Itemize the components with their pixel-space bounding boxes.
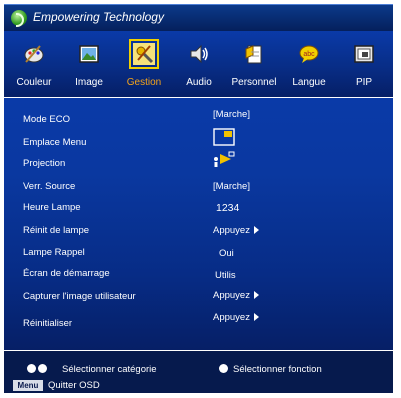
tab-label: Personnel (231, 77, 277, 88)
select-category-hint: Sélectionner catégorie (62, 364, 157, 375)
mode-eco-value[interactable]: [Marche] (213, 109, 250, 120)
tab-label: Langue (292, 77, 326, 88)
projection-mode-icon[interactable] (213, 150, 235, 168)
tab-langue[interactable]: abc Langue (281, 31, 337, 97)
setting-mode-eco[interactable]: Mode ECO (23, 114, 70, 125)
paint-palette-icon (24, 45, 44, 63)
menu-position-icon[interactable] (213, 128, 235, 146)
setting-emplace-menu[interactable]: Emplace Menu (23, 137, 86, 148)
arrow-right-icon (253, 313, 259, 321)
setting-capturer-image[interactable]: Capturer l'image utilisateur (23, 291, 136, 302)
action-label: Appuyez (213, 290, 250, 301)
menu-key-badge: Menu (13, 380, 43, 391)
tab-audio[interactable]: Audio (171, 31, 227, 97)
tab-pip[interactable]: PIP (336, 31, 392, 97)
tab-couleur[interactable]: Couleur (6, 31, 62, 97)
arrow-right-icon (253, 291, 259, 299)
tab-label: Couleur (16, 77, 52, 88)
select-function-hint: Sélectionner fonction (233, 364, 322, 375)
picture-icon (79, 45, 99, 63)
settings-panel (4, 98, 393, 350)
lampe-rappel-value[interactable]: Oui (219, 248, 234, 259)
heure-lampe-value: 1234 (216, 202, 240, 214)
reinit-lampe-action[interactable]: Appuyez (213, 225, 259, 236)
tab-label: PIP (355, 77, 373, 88)
setting-reinitialiser[interactable]: Réinitialiser (23, 318, 72, 329)
osd-header: Empowering Technology (4, 4, 393, 31)
ecran-demarrage-value[interactable]: Utilis (215, 270, 236, 281)
user-document-icon (245, 45, 262, 64)
tab-gestion[interactable]: Gestion (116, 31, 172, 97)
setting-verr-source[interactable]: Verr. Source (23, 181, 75, 192)
down-arrow-button-icon (219, 364, 228, 373)
setting-projection[interactable]: Projection (23, 158, 65, 169)
left-arrow-button-icon (27, 364, 36, 373)
header-title: Empowering Technology (33, 10, 164, 24)
setting-reinit-lampe[interactable]: Réinit de lampe (23, 225, 89, 236)
tab-label: Gestion (126, 77, 162, 88)
speech-bubble-icon: abc (299, 45, 319, 63)
setting-heure-lampe: Heure Lampe (23, 202, 81, 213)
quit-osd-hint: Quitter OSD (48, 380, 100, 391)
capturer-image-action[interactable]: Appuyez (213, 290, 259, 301)
right-arrow-button-icon (38, 364, 47, 373)
verr-source-value[interactable]: [Marche] (213, 181, 250, 192)
action-label: Appuyez (213, 312, 250, 323)
setting-lampe-rappel[interactable]: Lampe Rappel (23, 247, 85, 258)
tab-image[interactable]: Image (61, 31, 117, 97)
tab-personnel[interactable]: Personnel (226, 31, 282, 97)
svg-text:abc: abc (303, 51, 315, 58)
reinitialiser-action[interactable]: Appuyez (213, 312, 259, 323)
category-tabs: Couleur Image Gestion Audio Personnel ab… (4, 31, 393, 97)
tab-label: Image (75, 77, 103, 88)
pip-icon (354, 45, 374, 63)
arrow-right-icon (253, 226, 259, 234)
setting-ecran-demarrage[interactable]: Écran de démarrage (23, 268, 110, 279)
logo-icon (11, 10, 27, 27)
tab-label: Audio (186, 77, 212, 88)
speaker-icon (190, 44, 208, 64)
tools-icon (129, 39, 159, 69)
action-label: Appuyez (213, 225, 250, 236)
